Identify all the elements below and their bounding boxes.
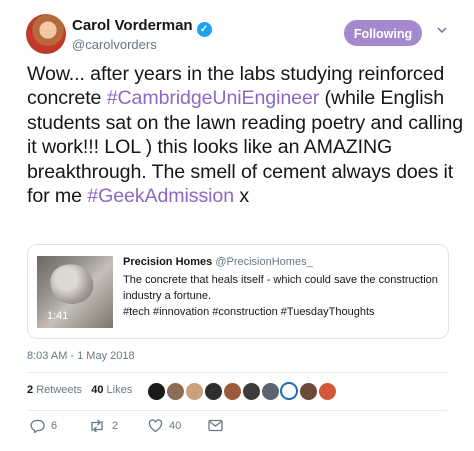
quoted-tweet-card[interactable]: 1:41 Precision Homes @PrecisionHomes_ Th… (27, 244, 449, 339)
retweets-stat[interactable]: 2 Retweets (27, 384, 82, 396)
reply-icon (30, 419, 45, 433)
verified-badge-icon: ✓ (196, 22, 212, 37)
hashtag-link[interactable]: #CambridgeUniEngineer (107, 87, 320, 109)
divider (27, 410, 447, 411)
retweets-label: Retweets (36, 384, 83, 396)
like-count: 40 (169, 420, 182, 432)
quoted-tags: #tech #innovation #construction #Tuesday… (123, 306, 375, 318)
concrete-image (47, 260, 97, 308)
likes-count: 40 (91, 384, 104, 396)
likes-label: Likes (106, 384, 133, 396)
retweet-action[interactable]: 2 (88, 419, 118, 433)
quoted-author-handle: @PrecisionHomes_ (215, 256, 313, 268)
quoted-body: The concrete that heals itself - which c… (123, 272, 443, 320)
envelope-icon (208, 419, 223, 432)
liker-avatar[interactable] (147, 382, 166, 401)
divider (27, 372, 447, 373)
following-button[interactable]: Following (344, 20, 422, 46)
reply-count: 6 (51, 420, 58, 432)
author-name-text[interactable]: Carol Vorderman (72, 17, 193, 34)
liker-avatar[interactable] (280, 382, 298, 400)
quoted-author: Precision Homes @PrecisionHomes_ (123, 256, 313, 268)
liker-avatar[interactable] (185, 382, 204, 401)
author-name[interactable]: Carol Vorderman ✓ (72, 17, 212, 37)
tweet-text-part: x (234, 185, 250, 208)
retweets-count: 2 (27, 384, 34, 396)
heart-icon (148, 419, 163, 433)
quoted-author-name: Precision Homes (123, 256, 213, 268)
retweet-icon (91, 419, 103, 433)
hashtag-link[interactable]: #GeekAdmission (87, 185, 234, 207)
liker-avatar[interactable] (261, 382, 280, 401)
tweet-stats: 2 Retweets 40 Likes (27, 384, 132, 396)
tweet-timestamp[interactable]: 8:03 AM - 1 May 2018 (27, 350, 135, 362)
liker-avatar[interactable] (299, 382, 318, 401)
author-avatar[interactable] (26, 14, 66, 54)
retweet-count: 2 (112, 420, 119, 432)
liker-avatar[interactable] (204, 382, 223, 401)
liker-avatar[interactable] (242, 382, 261, 401)
author-handle[interactable]: @carolvorders (72, 37, 157, 52)
video-duration: 1:41 (47, 310, 69, 322)
liker-avatar[interactable] (223, 382, 242, 401)
chevron-down-icon[interactable] (436, 24, 448, 36)
message-action[interactable] (208, 419, 223, 432)
reply-action[interactable]: 6 (30, 419, 57, 433)
like-action[interactable]: 40 (148, 419, 181, 433)
liker-avatar[interactable] (318, 382, 337, 401)
liker-avatar[interactable] (166, 382, 185, 401)
likes-stat[interactable]: 40 Likes (91, 384, 132, 396)
video-thumbnail[interactable]: 1:41 (37, 256, 113, 328)
quoted-text: The concrete that heals itself - which c… (123, 274, 438, 302)
tweet-text: Wow... after years in the labs studying … (27, 62, 467, 208)
